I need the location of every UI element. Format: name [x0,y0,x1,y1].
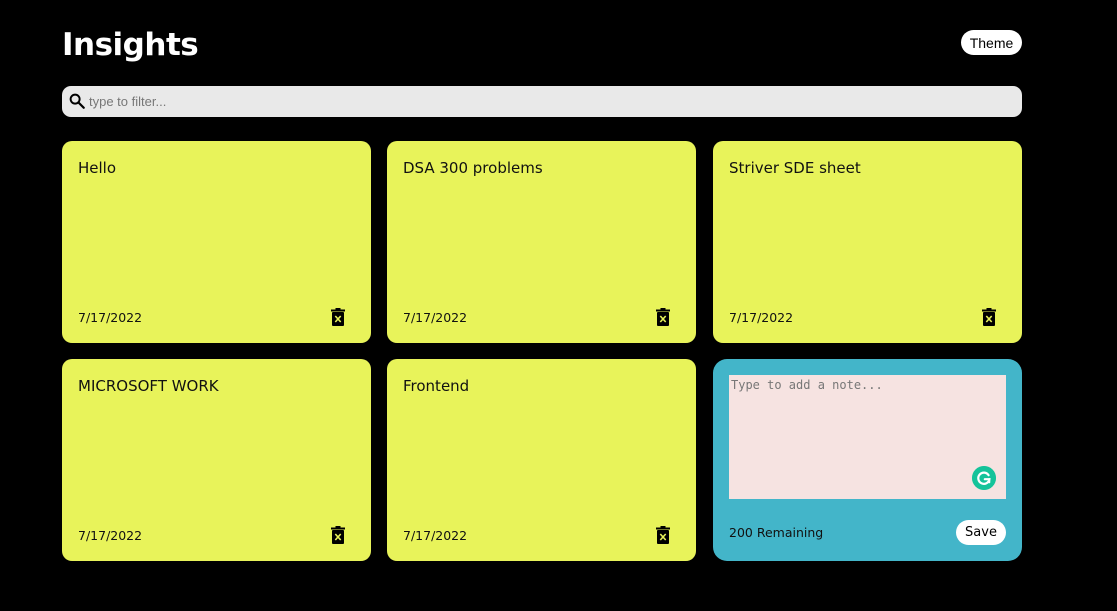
trash-icon[interactable] [982,308,996,326]
note-text: MICROSOFT WORK [78,377,219,395]
trash-icon[interactable] [656,526,670,544]
note-date: 7/17/2022 [403,528,468,543]
app-container: Insights Theme Hello 7/17/2022 DSA 300 p… [62,0,1022,611]
note-footer: 7/17/2022 [403,305,680,327]
theme-toggle-button[interactable]: Theme [961,30,1022,55]
note-date: 7/17/2022 [403,310,468,325]
new-note-textarea[interactable] [729,375,1006,499]
trash-icon[interactable] [331,526,345,544]
note-text: DSA 300 problems [403,159,543,177]
note-text: Striver SDE sheet [729,159,861,177]
header: Insights Theme [62,24,1022,68]
note-text: Frontend [403,377,470,395]
note-date: 7/17/2022 [78,528,143,543]
note-text: Hello [78,159,117,177]
search-bar [62,86,1022,117]
note-card: Frontend 7/17/2022 [387,359,696,561]
note-card: DSA 300 problems 7/17/2022 [387,141,696,343]
trash-icon[interactable] [331,308,345,326]
new-note-card: 200 Remaining Save [713,359,1022,561]
note-card: Hello 7/17/2022 [62,141,371,343]
note-date: 7/17/2022 [78,310,143,325]
grammarly-icon[interactable] [972,466,996,490]
note-date: 7/17/2022 [729,310,794,325]
note-footer: 7/17/2022 [78,305,355,327]
note-footer: 7/17/2022 [403,523,680,545]
search-icon [69,93,85,109]
characters-remaining: 200 Remaining [729,525,824,540]
search-input[interactable] [89,90,1009,113]
note-card: Striver SDE sheet 7/17/2022 [713,141,1022,343]
note-footer: 7/17/2022 [729,305,1006,327]
save-button[interactable]: Save [956,520,1006,545]
trash-icon[interactable] [656,308,670,326]
note-footer: 7/17/2022 [78,523,355,545]
page-title: Insights [62,27,199,63]
note-card: MICROSOFT WORK 7/17/2022 [62,359,371,561]
